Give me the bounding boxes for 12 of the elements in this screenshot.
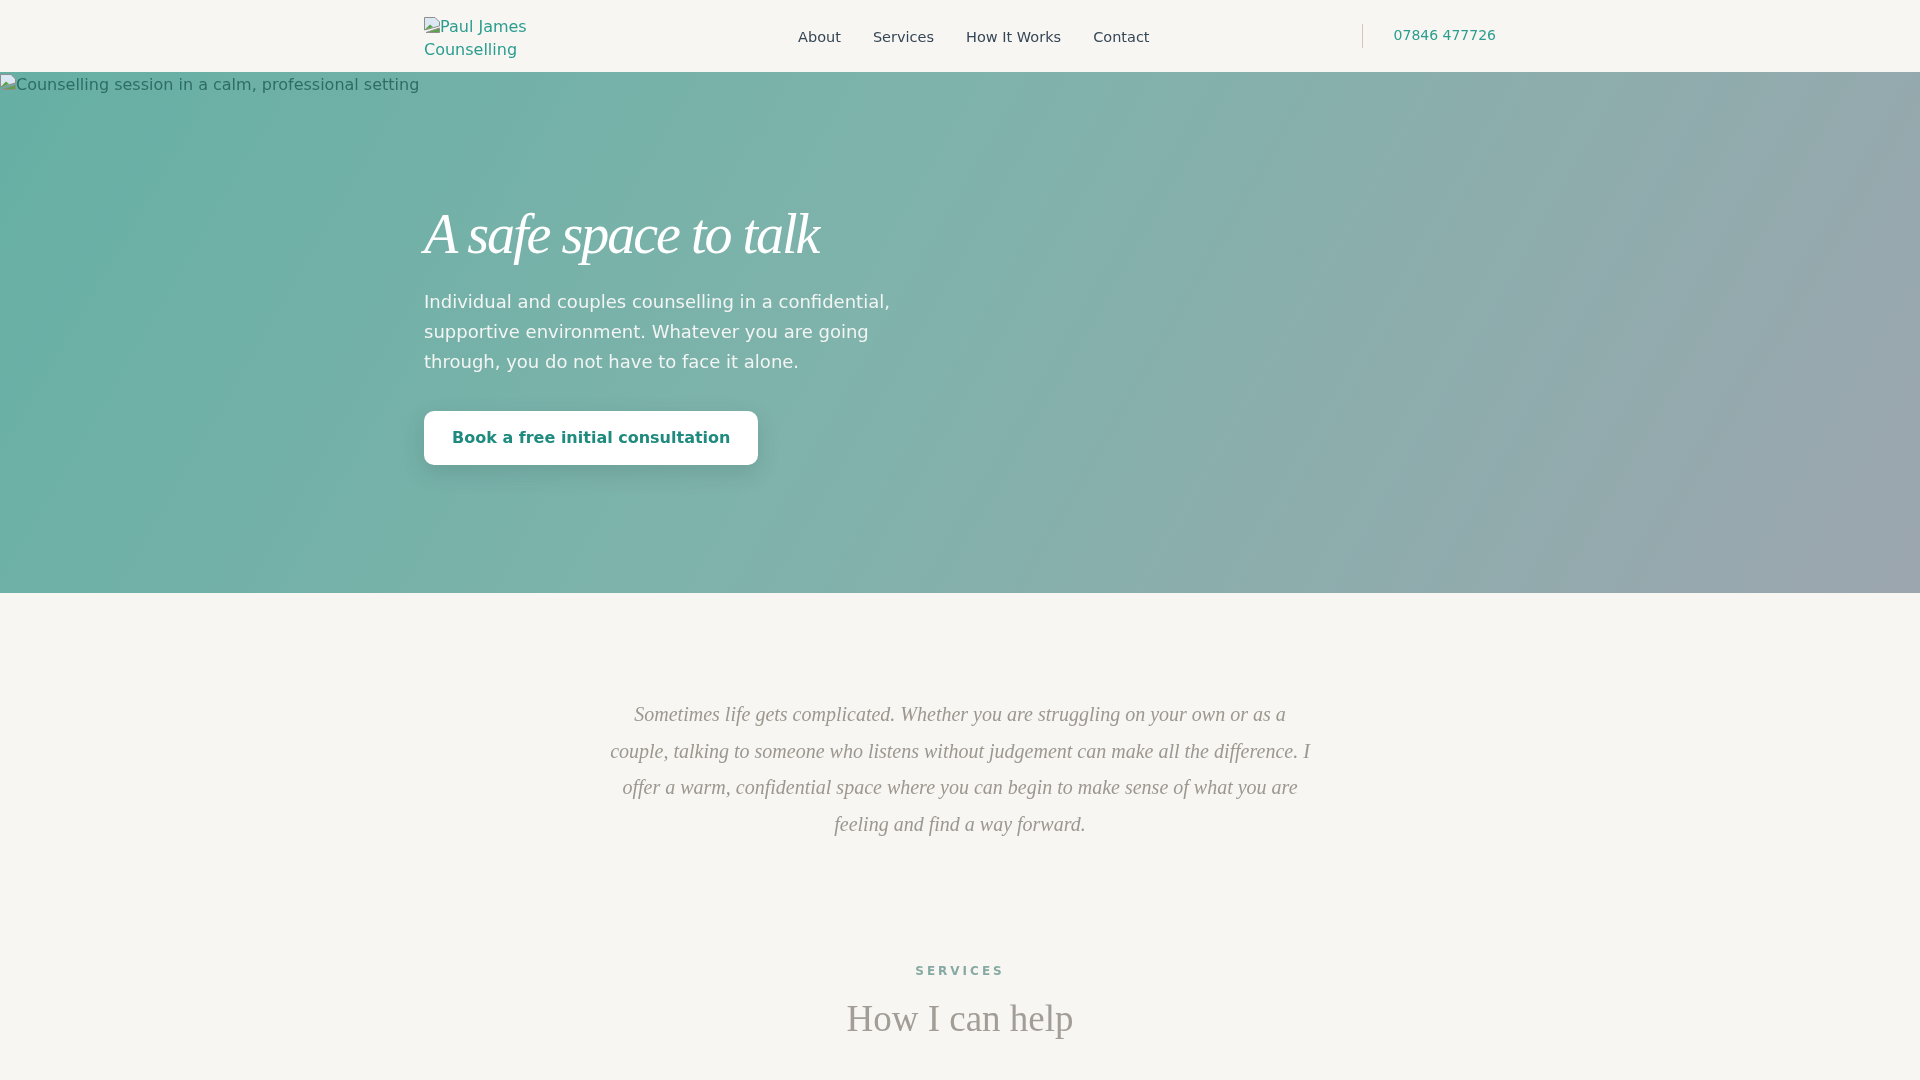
hero-description: Individual and couples counselling in a confidential, supportive environment. Whatever you are going through, you do not have to face it alone.	[424, 290, 891, 374]
consultation-button[interactable]: Book a free initial consultation	[424, 411, 759, 465]
intro-paragraph: Sometimes life gets complicated. Whether you are struggling on your own or as a couple, talking to someone who listens without judgement can make all the difference. I offer a warm, confidential space where you can begin to make sense of what you are feeling and find a way forward.	[609, 702, 1312, 838]
broken-image-icon	[0, 74, 16, 90]
section-label: SERVICES	[915, 963, 1005, 981]
broken-image-icon	[424, 17, 440, 33]
section-heading: How I can help	[846, 997, 1074, 1041]
nav-link[interactable]: Contact	[1093, 29, 1150, 45]
nav-link[interactable]: How It Works	[966, 29, 1062, 45]
nav-link[interactable]: Services	[872, 29, 935, 45]
image-alt-text: Counselling session in a calm, professional setting	[16, 75, 420, 95]
nav-link[interactable]: About	[798, 29, 841, 45]
